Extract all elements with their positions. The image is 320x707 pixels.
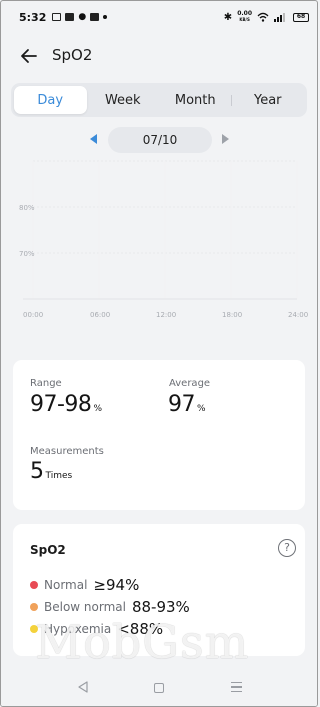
measurements-number: 5 — [30, 459, 44, 484]
measurements-label: Measurements — [30, 446, 104, 457]
legend-item-name: Below normal — [44, 600, 126, 614]
previous-date-icon[interactable] — [90, 134, 97, 144]
range-value: 97-98% — [30, 392, 102, 417]
average-value: 97% — [168, 392, 206, 417]
stats-card: Range 97-98% Average 97% Measurements 5T… — [13, 360, 305, 510]
tab-week[interactable]: Week — [87, 86, 160, 114]
next-date-icon[interactable] — [222, 134, 229, 144]
nav-back-icon[interactable] — [77, 681, 89, 693]
tab-year[interactable]: Year — [230, 86, 305, 114]
back-arrow-icon[interactable] — [19, 46, 39, 66]
range-label: Range — [30, 378, 62, 389]
help-icon[interactable]: ? — [278, 539, 296, 557]
more-notifications-icon — [103, 15, 108, 19]
x-tick-label: 12:00 — [156, 311, 176, 319]
nav-home-icon[interactable] — [154, 683, 164, 693]
tab-label: Week — [104, 92, 141, 108]
range-number: 97-98 — [30, 392, 92, 417]
app-screen: 5:32 ● ✱ 0.00 KB/S 68 SpO2 Day Week Mont… — [0, 0, 318, 707]
nav-recents-icon[interactable] — [231, 682, 242, 695]
legend-item-range: ≥94% — [93, 576, 140, 594]
legend-item-below-normal: Below normal 88-93% — [30, 598, 190, 616]
date-selector[interactable]: 07/10 — [108, 127, 212, 153]
average-unit: % — [197, 404, 206, 414]
tab-label: Day — [37, 92, 64, 108]
below-normal-dot-icon — [30, 603, 38, 611]
spo2-chart: 80% 70% 00:00 06:00 12:00 18:00 24:00 — [19, 160, 308, 319]
x-tick-label: 06:00 — [90, 311, 110, 319]
tab-label: Year — [253, 92, 282, 108]
x-tick-label: 24:00 — [288, 311, 308, 319]
status-bar: 5:32 ● ✱ 0.00 KB/S 68 — [1, 1, 317, 33]
tab-day[interactable]: Day — [14, 86, 87, 114]
notification-app-icon — [65, 13, 75, 21]
system-icons: ✱ 0.00 KB/S 68 — [224, 11, 309, 23]
bluetooth-icon: ✱ — [223, 11, 233, 23]
reddit-icon: ● — [78, 12, 87, 22]
range-unit: % — [93, 404, 102, 414]
measurements-value: 5 Times — [30, 459, 72, 484]
measurements-unit: Times — [45, 471, 73, 481]
y-tick-label: 80% — [19, 204, 35, 212]
tab-label: Month — [174, 92, 216, 108]
signal-icon — [274, 12, 285, 22]
battery-icon: 68 — [293, 12, 309, 22]
notification-app-icon — [52, 13, 62, 21]
legend-item-name: Normal — [44, 578, 88, 592]
page-title: SpO2 — [52, 46, 93, 64]
wifi-icon — [257, 12, 269, 22]
x-tick-label: 00:00 — [23, 311, 43, 319]
x-tick-label: 18:00 — [222, 311, 242, 319]
app-header: SpO2 — [1, 41, 317, 71]
network-speed: 0.00 KB/S — [237, 11, 252, 23]
y-tick-label: 70% — [19, 250, 35, 258]
legend-item-range: 88-93% — [131, 598, 190, 616]
network-speed-unit: KB/S — [239, 17, 250, 22]
tab-divider — [230, 95, 232, 106]
normal-dot-icon — [30, 581, 38, 589]
legend-title: SpO2 — [30, 543, 66, 557]
tab-month[interactable]: Month — [159, 86, 232, 114]
average-number: 97 — [168, 392, 196, 417]
notification-icons: ● — [52, 12, 108, 22]
status-time: 5:32 — [19, 10, 47, 24]
watermark: MobGsm — [35, 615, 250, 669]
legend-item-normal: Normal ≥94% — [30, 576, 139, 594]
average-label: Average — [169, 378, 211, 389]
system-nav-bar — [1, 666, 317, 706]
period-tabs: Day Week Month Year — [11, 83, 307, 117]
facebook-icon — [90, 13, 100, 21]
